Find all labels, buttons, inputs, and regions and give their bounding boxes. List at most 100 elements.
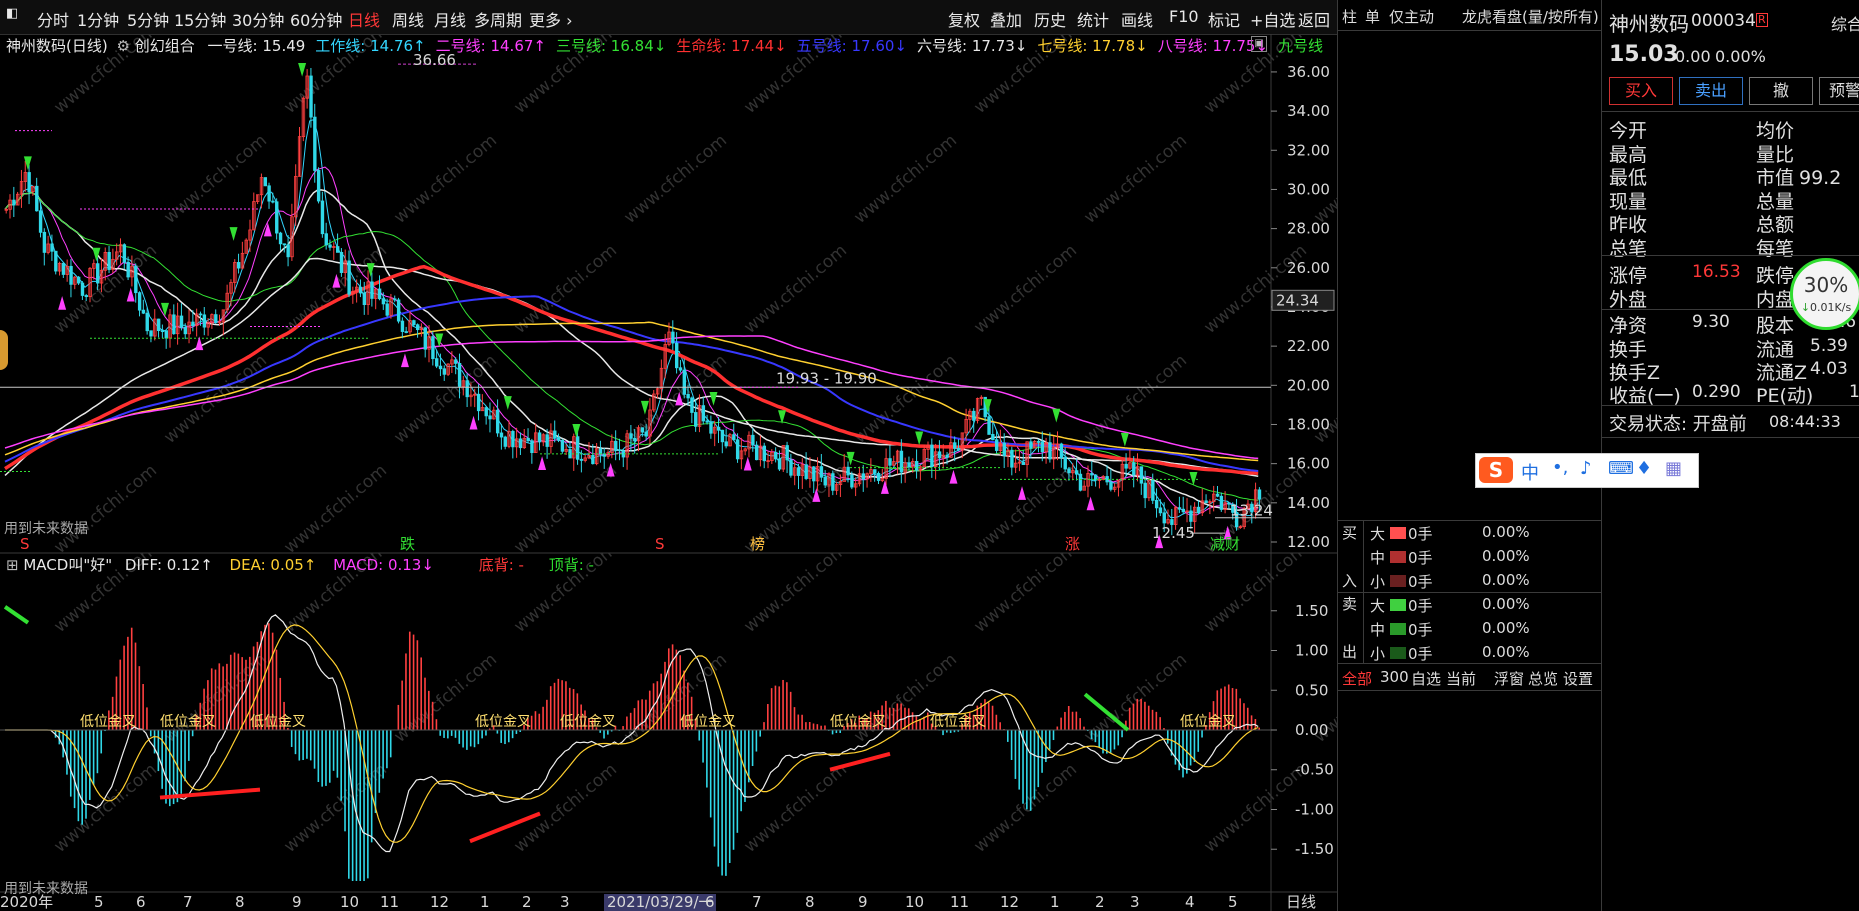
- watermark-text: www.cfchi.com: [850, 650, 960, 747]
- watermark-text: www.cfchi.com: [1080, 131, 1190, 228]
- inner-label: 内盘: [1756, 289, 1795, 311]
- buy-triangle-icon: [469, 415, 478, 430]
- corner-tab[interactable]: 综合: [1831, 11, 1859, 35]
- window-menu-icon[interactable]: ◧: [6, 6, 18, 21]
- period-tab-multi[interactable]: 多周期: [474, 7, 522, 31]
- tab-active-only[interactable]: 仅主动: [1389, 6, 1434, 27]
- current-price: 15.03: [1609, 42, 1679, 67]
- period-tab-more[interactable]: 更多 ›: [529, 7, 573, 31]
- footer-300[interactable]: 300: [1380, 668, 1409, 686]
- footer-settings[interactable]: 设置: [1563, 668, 1593, 689]
- tab-bar[interactable]: 柱: [1342, 6, 1357, 27]
- tab-dragon-tiger[interactable]: 龙虎看盘(量/按所有): [1462, 6, 1599, 27]
- period-tab-60min[interactable]: 60分钟: [290, 7, 342, 31]
- footer-current[interactable]: 当前: [1446, 668, 1476, 689]
- period-tab-1min[interactable]: 1分钟: [77, 7, 119, 31]
- period-tab-15min[interactable]: 15分钟: [174, 7, 226, 31]
- candle-body: [1139, 466, 1144, 484]
- legend-line-7: 六号线: 17.73↓: [917, 37, 1028, 55]
- speed-gauge[interactable]: 30% ↓0.01K/s: [1790, 258, 1859, 330]
- candle-body: [484, 407, 488, 417]
- candle-body: [831, 473, 835, 491]
- candle-body: [553, 430, 557, 438]
- candle-body: [381, 298, 386, 305]
- candle-body: [12, 199, 16, 206]
- candle-body: [80, 282, 85, 296]
- period-tab-daily[interactable]: 日线: [348, 7, 380, 31]
- candle-body: [1078, 473, 1083, 491]
- indicator-name[interactable]: 创幻组合: [135, 37, 195, 55]
- tool-history[interactable]: 历史: [1034, 7, 1066, 31]
- candle-body: [107, 252, 111, 270]
- watermark-text: www.cfchi.com: [390, 650, 500, 747]
- price-change: 0.00: [1675, 47, 1711, 66]
- candle-body: [991, 434, 995, 441]
- candle-body: [914, 461, 919, 471]
- ime-toolbox-icon[interactable]: ▦: [1665, 458, 1682, 479]
- x-axis-label: 10: [905, 893, 924, 911]
- pe-label: PE(动): [1756, 385, 1814, 407]
- candle-body: [850, 474, 854, 488]
- sell-triangle-icon: [503, 396, 512, 410]
- tool-overlay[interactable]: 叠加: [990, 7, 1022, 31]
- period-tab-monthly[interactable]: 月线: [434, 7, 466, 31]
- alert-button[interactable]: 预警: [1819, 77, 1859, 105]
- y-tick-label: 22.00: [1287, 337, 1330, 355]
- macd-y-tick-label: 1.00: [1295, 642, 1328, 660]
- candlestick-chart[interactable]: www.cfchi.com www.cfchi.com www.cfchi.com w…: [0, 34, 1337, 555]
- ime-punct-icon[interactable]: •,: [1552, 457, 1568, 478]
- candle-body: [454, 359, 458, 364]
- footer-overview[interactable]: 总览: [1528, 668, 1558, 689]
- y-tick-label: 12.00: [1287, 533, 1330, 551]
- candle-body: [335, 246, 340, 253]
- period-tab-fenshi[interactable]: 分时: [37, 7, 69, 31]
- footer-watchlist[interactable]: 自选: [1411, 668, 1441, 689]
- sell-button[interactable]: 卖出: [1679, 77, 1743, 105]
- tab-single[interactable]: 单: [1365, 6, 1380, 27]
- ime-logo-icon[interactable]: S: [1479, 457, 1513, 483]
- candle-body: [278, 232, 283, 245]
- side-drawer-handle[interactable]: [0, 330, 8, 370]
- tool-f10[interactable]: F10: [1169, 7, 1199, 26]
- ime-chinese-icon[interactable]: 中: [1521, 459, 1539, 485]
- candle-body: [236, 262, 241, 269]
- candle-body: [1219, 495, 1224, 510]
- candle-body: [754, 444, 759, 461]
- tool-back[interactable]: 返回: [1298, 7, 1330, 31]
- tool-stats[interactable]: 统计: [1077, 7, 1109, 31]
- low-golden-cross-label: 低位金叉: [830, 714, 886, 730]
- candle-body: [141, 309, 146, 314]
- watermark-text: www.cfchi.com: [740, 760, 850, 857]
- settings-gear-icon[interactable]: ⚙: [117, 37, 130, 55]
- macd-name[interactable]: MACD叫"好": [23, 556, 112, 574]
- low-golden-cross-label: 低位金叉: [560, 714, 616, 730]
- tool-fuquan[interactable]: 复权: [948, 7, 980, 31]
- sell-triangle-icon: [1052, 408, 1061, 423]
- footer-all[interactable]: 全部: [1342, 668, 1372, 689]
- macd-chart[interactable]: www.cfchi.com www.cfchi.com www.cfchi.com w…: [0, 553, 1337, 911]
- period-tab-5min[interactable]: 5分钟: [127, 7, 169, 31]
- buy-button[interactable]: 买入: [1609, 77, 1673, 105]
- candle-body: [530, 440, 534, 454]
- y-tick-label: 14.00: [1287, 494, 1330, 512]
- tool-add-watchlist[interactable]: +自选: [1250, 7, 1295, 31]
- tool-mark[interactable]: 标记: [1208, 7, 1240, 31]
- ime-mic-icon[interactable]: ♪: [1580, 458, 1592, 479]
- footer-float[interactable]: 浮窗: [1494, 668, 1524, 689]
- candle-body: [1048, 442, 1052, 460]
- tool-draw[interactable]: 画线: [1121, 7, 1153, 31]
- window-toggle-icon[interactable]: ▣: [1251, 36, 1267, 52]
- candle-body: [198, 313, 203, 316]
- ime-skin-icon[interactable]: ♦: [1636, 458, 1652, 479]
- order-flow-row: 大 0手 0.00%: [1364, 521, 1602, 545]
- float-z-value: 4.03: [1810, 359, 1848, 379]
- cancel-order-button[interactable]: 撤: [1749, 77, 1813, 105]
- order-flow-footer: 全部 300 自选 当前 浮窗 总览 设置: [1338, 664, 1602, 690]
- watermark-text: www.cfchi.com: [1200, 241, 1310, 338]
- macd-menu-icon[interactable]: ⊞: [6, 556, 19, 574]
- candle-body: [575, 436, 580, 460]
- candle-body: [488, 415, 492, 420]
- period-tab-weekly[interactable]: 周线: [392, 7, 424, 31]
- ime-keyboard-icon[interactable]: ⌨: [1608, 458, 1634, 479]
- period-tab-30min[interactable]: 30分钟: [232, 7, 284, 31]
